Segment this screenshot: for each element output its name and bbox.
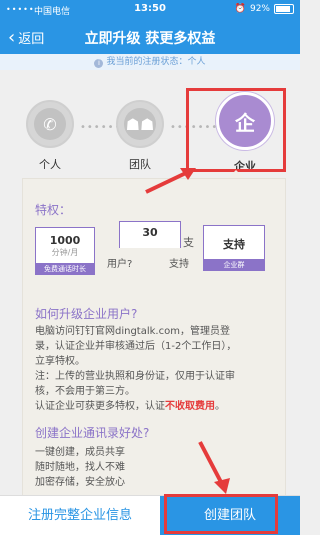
- step-personal-label: 个人: [39, 158, 61, 171]
- contacts-title: 创建企业通讯录好处?: [35, 426, 150, 440]
- upgrade-line: 注：上传的营业执照和身份证，仅用于认证审: [35, 371, 235, 382]
- step-team-circle: ☗☗: [116, 100, 164, 148]
- upgrade-charge-line: 认证企业可获更多特权，认证不收取费用。: [35, 399, 279, 414]
- battery-percent: 92%: [249, 4, 270, 14]
- upgrade-line: 立享特权。: [35, 356, 85, 367]
- privilege-group-tag: 企业群: [203, 259, 265, 271]
- upgrade-line: 电脑访问钉钉官网dingtalk.com，管理员登: [35, 326, 230, 337]
- contacts-line: 加密存储，安全放心: [35, 477, 125, 488]
- team-icon: ☗☗: [124, 108, 156, 140]
- alarm-icon: ⏰: [234, 4, 246, 14]
- info-icon: i: [94, 59, 104, 68]
- privilege-fragment-users: 用户?: [107, 259, 133, 270]
- panel-pointer: [228, 170, 244, 178]
- annotation-arrow-bottom: [198, 441, 230, 494]
- registration-status-text: 我当前的注册状态：个人: [106, 57, 206, 67]
- privilege-members-value: 30: [142, 226, 158, 239]
- contacts-line: 一键创建，成员共享: [35, 447, 125, 458]
- upgrade-line: 核，不会用于第三方。: [35, 386, 135, 397]
- annotation-highlight-create-team: [164, 494, 278, 534]
- registration-status-banner: i 我当前的注册状态：个人: [0, 54, 300, 70]
- battery-icon: [274, 4, 294, 14]
- privilege-call-tag: 免费通话时长: [35, 263, 95, 275]
- charge-prefix: 认证企业可获更多特权，认证: [35, 401, 165, 412]
- privilege-fragment-zhi: 支: [183, 236, 194, 249]
- upgrade-instructions: 电脑访问钉钉官网dingtalk.com，管理员登 录，认证企业并审核通过后（1…: [35, 324, 279, 414]
- register-enterprise-button[interactable]: 注册完整企业信息: [0, 496, 160, 535]
- privilege-call-value: 1000: [49, 234, 81, 247]
- upgrade-line: 录，认证企业并审核通过后（1-2个工作日），: [35, 341, 237, 352]
- navigation-bar: ‹ 返回 立即升级 获更多权益: [0, 20, 300, 54]
- info-panel: 特权： 1000 分钟/月 免费通话时长 30 用户? 支 支持 支持 企业群 …: [22, 178, 286, 498]
- privilege-group-value: 支持: [223, 238, 245, 251]
- privilege-card-group: 支持 企业群: [203, 225, 265, 271]
- status-bar: ••••• 中国电信 13:50 ⏰ 92%: [0, 0, 300, 20]
- upgrade-title: 如何升级企业用户?: [35, 307, 138, 321]
- status-right: ⏰ 92%: [235, 4, 294, 14]
- contacts-benefits: 一键创建，成员共享 随时随地，找人不难 加密存储，安全放心: [35, 445, 125, 490]
- phone-icon: ✆: [34, 108, 66, 140]
- step-personal-circle: ✆: [26, 100, 74, 148]
- annotation-arrow-top: [145, 168, 196, 194]
- step-personal: ✆ 个人: [26, 100, 74, 172]
- page-title: 立即升级 获更多权益: [84, 31, 216, 47]
- privilege-fragment-support: 支持: [169, 259, 189, 270]
- privilege-card-call: 1000 分钟/月 免费通话时长: [35, 227, 95, 275]
- contacts-line: 随时随地，找人不难: [35, 462, 125, 473]
- privileges-title: 特权：: [35, 203, 72, 217]
- privilege-card-members: 30: [119, 221, 181, 248]
- annotation-highlight-enterprise: [186, 88, 286, 172]
- charge-suffix: 。: [215, 401, 225, 412]
- privilege-call-unit: 分钟/月: [51, 248, 79, 257]
- charge-free: 不收取费用: [165, 401, 215, 412]
